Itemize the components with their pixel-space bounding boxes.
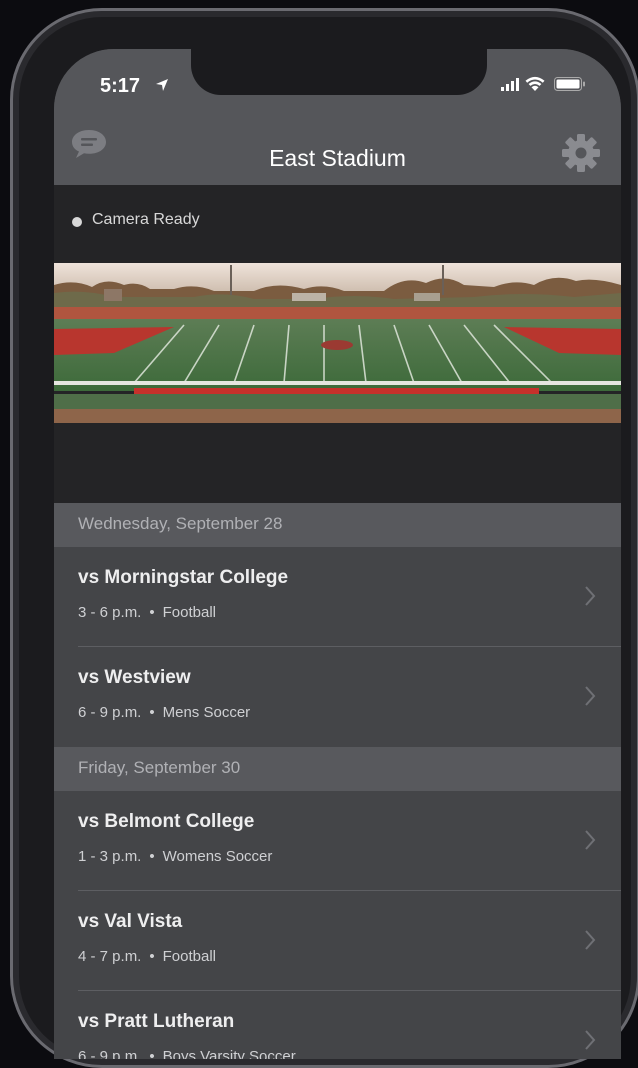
location-arrow-icon — [156, 79, 168, 91]
section-header-date: Wednesday, September 28 — [54, 503, 621, 547]
chevron-right-icon — [585, 686, 596, 706]
event-title: vs Belmont College — [78, 811, 255, 832]
event-time: 1 - 3 p.m. — [78, 848, 142, 865]
camera-feed-panel: Camera Ready — [54, 185, 621, 503]
event-details: 6 - 9 p.m. • Mens Soccer — [78, 704, 250, 721]
event-time: 6 - 9 p.m. — [78, 1048, 142, 1059]
event-sport: Boys Varsity Soccer — [162, 1048, 296, 1059]
camera-status-indicator — [72, 217, 82, 227]
chevron-right-icon — [585, 830, 596, 850]
event-row[interactable]: vs Westview 6 - 9 p.m. • Mens Soccer — [54, 647, 621, 747]
bullet-separator: • — [149, 704, 155, 721]
stadium-camera-view[interactable] — [54, 263, 621, 423]
event-title: vs Pratt Lutheran — [78, 1011, 235, 1032]
event-time: 3 - 6 p.m. — [78, 604, 142, 621]
event-time: 6 - 9 p.m. — [78, 704, 142, 721]
device-notch — [191, 49, 487, 95]
bullet-separator: • — [149, 1048, 155, 1059]
event-title: vs Val Vista — [78, 911, 183, 932]
event-details: 4 - 7 p.m. • Football — [78, 948, 216, 965]
chevron-right-icon — [585, 586, 596, 606]
event-sport: Football — [162, 948, 216, 965]
bullet-separator: • — [149, 604, 155, 621]
gear-icon[interactable] — [561, 133, 601, 173]
phone-frame: 5:17 East Stadium Camera Ready Wednesday… — [10, 8, 638, 1068]
event-time: 4 - 7 p.m. — [78, 948, 142, 965]
section-header-date: Friday, September 30 — [54, 747, 621, 791]
event-sport: Mens Soccer — [162, 704, 251, 721]
chevron-right-icon — [585, 1030, 596, 1050]
bullet-separator: • — [149, 848, 155, 865]
app-screen: 5:17 East Stadium Camera Ready Wednesday… — [54, 49, 621, 1059]
event-title: vs Westview — [78, 667, 191, 688]
navigation-bar: East Stadium — [54, 119, 621, 185]
event-sport: Football — [162, 604, 216, 621]
event-details: 6 - 9 p.m. • Boys Varsity Soccer — [78, 1048, 296, 1059]
chevron-right-icon — [585, 930, 596, 950]
battery-icon — [554, 77, 585, 91]
event-row[interactable]: vs Belmont College 1 - 3 p.m. • Womens Soc… — [54, 791, 621, 891]
event-sport: Womens Soccer — [162, 848, 273, 865]
wifi-icon — [525, 76, 545, 91]
event-row[interactable]: vs Val Vista 4 - 7 p.m. • Football — [54, 891, 621, 991]
status-time: 5:17 — [100, 75, 141, 97]
event-schedule-list: Wednesday, September 28 vs Morningstar C… — [54, 503, 621, 1059]
cellular-signal-icon — [501, 78, 519, 91]
event-row[interactable]: vs Pratt Lutheran 6 - 9 p.m. • Boys Varsit… — [54, 991, 621, 1059]
event-row[interactable]: vs Morningstar College 3 - 6 p.m. • Footba… — [54, 547, 621, 647]
page-title: East Stadium — [269, 145, 406, 171]
camera-status-text: Camera Ready — [92, 211, 200, 228]
event-details: 1 - 3 p.m. • Womens Soccer — [78, 848, 272, 865]
event-details: 3 - 6 p.m. • Football — [78, 604, 216, 621]
bullet-separator: • — [149, 948, 155, 965]
event-title: vs Morningstar College — [78, 567, 289, 588]
